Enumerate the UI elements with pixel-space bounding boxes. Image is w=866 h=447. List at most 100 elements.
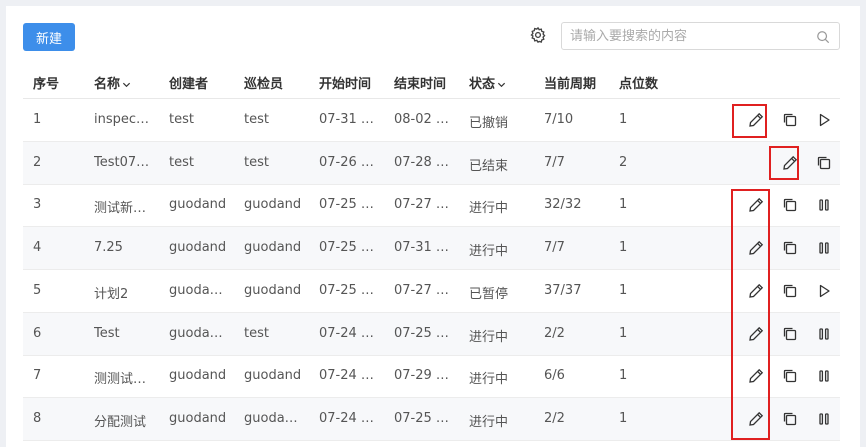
cell-index: 2 bbox=[33, 154, 42, 170]
column-header-period: 当前周期 bbox=[544, 77, 597, 92]
pause-icon[interactable] bbox=[815, 410, 833, 428]
search-box[interactable] bbox=[561, 22, 840, 50]
copy-icon[interactable] bbox=[781, 111, 799, 129]
table-row[interactable]: 4 7.25 guodand guodand 07-25 … 07-31 … 进行中 7/7 1 bbox=[23, 227, 840, 271]
column-header-end: 结束时间 bbox=[394, 77, 447, 92]
cell-period: 32/32 bbox=[544, 197, 582, 213]
column-header-points: 点位数 bbox=[619, 77, 659, 92]
toolbar: 新建 bbox=[6, 6, 860, 66]
cell-points: 1 bbox=[619, 282, 628, 298]
cell-index: 8 bbox=[33, 410, 42, 426]
cell-points: 2 bbox=[619, 154, 628, 170]
cell-start: 07-25 … bbox=[319, 197, 374, 213]
cell-start: 07-24 … bbox=[319, 325, 374, 341]
cell-inspector: test bbox=[244, 154, 269, 170]
cell-start: 07-25 … bbox=[319, 282, 374, 298]
cell-period: 7/7 bbox=[544, 154, 565, 170]
pause-icon[interactable] bbox=[815, 196, 833, 214]
cell-start: 07-24 … bbox=[319, 410, 374, 426]
column-header-creator: 创建者 bbox=[169, 77, 209, 92]
cell-end: 07-25 … bbox=[394, 410, 449, 426]
cell-end: 07-29 … bbox=[394, 368, 449, 384]
table-header: 序号 名称 创建者 巡检员 开始时间 结束时间 状态 当前周期 点位数 bbox=[23, 64, 840, 99]
pencil-icon[interactable] bbox=[747, 282, 765, 300]
cell-creator: test bbox=[169, 112, 194, 127]
cell-status: 进行中 bbox=[469, 329, 509, 345]
pencil-icon[interactable] bbox=[747, 367, 765, 385]
table-row[interactable]: 6 Test guoda… test 07-24 … 07-25 … 进行中 2/2 1 bbox=[23, 312, 840, 356]
column-header-index: 序号 bbox=[33, 77, 60, 92]
copy-icon[interactable] bbox=[781, 239, 799, 257]
pencil-icon[interactable] bbox=[747, 410, 765, 428]
cell-status: 已撤销 bbox=[469, 116, 509, 131]
column-header-name-label: 名称 bbox=[94, 77, 121, 92]
cell-name: Test07… bbox=[94, 154, 150, 170]
cell-points: 1 bbox=[619, 240, 628, 256]
pause-icon[interactable] bbox=[815, 367, 833, 385]
cell-period: 7/7 bbox=[544, 240, 565, 256]
cell-end: 07-31 … bbox=[394, 240, 449, 256]
copy-icon[interactable] bbox=[781, 196, 799, 214]
task-list-panel: 新建 序号 名称 创建者 巡检员 开始时间 结束时间 状态 当前周期 点位数 1… bbox=[6, 6, 860, 447]
cell-points: 1 bbox=[619, 112, 628, 127]
pencil-icon[interactable] bbox=[747, 239, 765, 257]
table-row[interactable]: 7 测测试… guodand guodand 07-24 … 07-29 … 进行中 6/6 1 bbox=[23, 355, 840, 399]
cell-status: 已暂停 bbox=[469, 286, 509, 302]
pencil-icon[interactable] bbox=[747, 111, 765, 129]
cell-index: 7 bbox=[33, 368, 42, 384]
table-row[interactable]: 2 Test07… test test 07-26 … 07-28 … 已结束 7/7 2 bbox=[23, 141, 840, 185]
table-row[interactable]: 3 测试新… guodand guodand 07-25 … 07-27 … 进行中 32/3… bbox=[23, 184, 840, 228]
play-icon[interactable] bbox=[815, 111, 833, 129]
search-icon[interactable] bbox=[816, 29, 830, 44]
gear-icon[interactable] bbox=[529, 26, 547, 44]
cell-inspector: guodand bbox=[244, 368, 302, 384]
pencil-icon[interactable] bbox=[747, 325, 765, 343]
copy-icon[interactable] bbox=[781, 325, 799, 343]
cell-period: 2/2 bbox=[544, 410, 565, 426]
cell-status: 进行中 bbox=[469, 201, 509, 217]
cell-name: inspect… bbox=[94, 112, 154, 127]
cell-points: 1 bbox=[619, 368, 628, 384]
cell-period: 37/37 bbox=[544, 282, 582, 298]
cell-index: 5 bbox=[33, 282, 42, 298]
play-icon[interactable] bbox=[815, 282, 833, 300]
pause-icon[interactable] bbox=[815, 325, 833, 343]
column-header-inspector: 巡检员 bbox=[244, 77, 284, 92]
cell-status: 已结束 bbox=[469, 158, 509, 174]
cell-creator: guodand bbox=[169, 368, 227, 384]
chevron-down-icon[interactable] bbox=[497, 80, 506, 89]
cell-creator: test bbox=[169, 154, 194, 170]
cell-name: 计划2 bbox=[94, 286, 129, 302]
cell-end: 07-27 … bbox=[394, 282, 449, 298]
pencil-icon[interactable] bbox=[747, 196, 765, 214]
copy-icon[interactable] bbox=[781, 410, 799, 428]
cell-points: 1 bbox=[619, 197, 628, 213]
cell-status: 进行中 bbox=[469, 414, 509, 430]
table-row[interactable]: 1 inspect… test test 07-31 … 08-02 … 已撤销 7/10 1 bbox=[23, 99, 840, 142]
cell-creator: guodand bbox=[169, 410, 227, 426]
cell-inspector: test bbox=[244, 325, 269, 341]
cell-creator: guodand bbox=[169, 197, 227, 213]
copy-icon[interactable] bbox=[781, 282, 799, 300]
cell-creator: guoda… bbox=[169, 325, 223, 341]
cell-index: 6 bbox=[33, 325, 42, 341]
cell-start: 07-31 … bbox=[319, 112, 374, 127]
cell-points: 1 bbox=[619, 410, 628, 426]
pause-icon[interactable] bbox=[815, 239, 833, 257]
table-row[interactable]: 8 分配测试 guodand guoda… 07-24 … 07-25 … 进行中 2/2 1 bbox=[23, 397, 840, 441]
cell-period: 2/2 bbox=[544, 325, 565, 341]
cell-creator: guoda… bbox=[169, 282, 223, 298]
cell-status: 进行中 bbox=[469, 244, 509, 260]
cell-name: 测测试… bbox=[94, 372, 147, 388]
copy-icon[interactable] bbox=[815, 154, 833, 172]
table-row[interactable]: 5 计划2 guoda… guodand 07-25 … 07-27 … 已暂停 37/37 1 bbox=[23, 270, 840, 313]
cell-period: 6/6 bbox=[544, 368, 565, 384]
column-header-status[interactable]: 状态 bbox=[469, 73, 506, 92]
copy-icon[interactable] bbox=[781, 367, 799, 385]
cell-start: 07-24 … bbox=[319, 368, 374, 384]
column-header-name[interactable]: 名称 bbox=[94, 73, 131, 92]
chevron-down-icon[interactable] bbox=[122, 80, 131, 89]
pencil-icon[interactable] bbox=[781, 154, 799, 172]
new-button[interactable]: 新建 bbox=[23, 23, 75, 51]
search-input[interactable] bbox=[570, 27, 810, 45]
